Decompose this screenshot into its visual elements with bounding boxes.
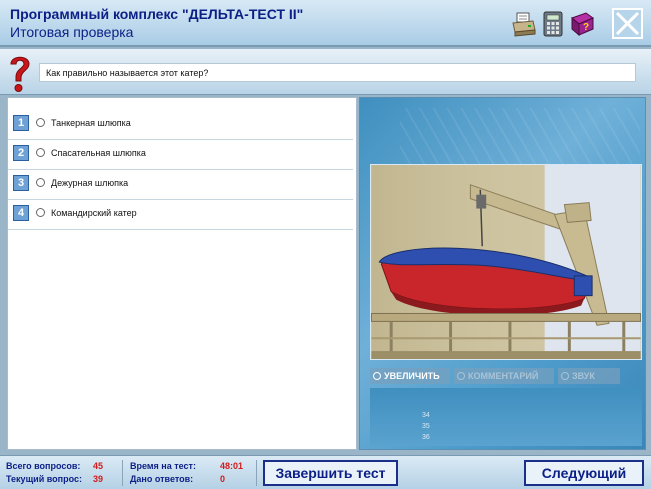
magnifier-icon [561, 372, 569, 380]
total-questions-value: 45 [93, 461, 104, 471]
current-question-value: 39 [93, 474, 104, 484]
question-mark-icon [10, 56, 30, 92]
close-button[interactable] [612, 8, 643, 39]
app-subtitle: Итоговая проверка [10, 24, 134, 40]
sound-label: ЗВУК [572, 371, 595, 381]
answer-radio[interactable] [36, 178, 45, 187]
comment-label: КОММЕНТАРИЙ [468, 371, 539, 381]
total-questions-label: Всего вопросов: [6, 461, 81, 471]
answer-radio[interactable] [36, 118, 45, 127]
ruler-numbers: 34 35 36 [422, 410, 430, 443]
time-value: 48:01 [220, 461, 244, 471]
calculator-icon[interactable] [539, 10, 567, 38]
answer-label: Спасательная шлюпка [51, 148, 146, 158]
photo-toolbar: УВЕЛИЧИТЬ КОММЕНТАРИЙ ЗВУК [370, 368, 642, 384]
sound-button[interactable]: ЗВУК [558, 368, 620, 384]
ruler-number: 35 [422, 423, 430, 430]
question-bar: Как правильно называется этот катер? [0, 49, 651, 95]
comment-button[interactable]: КОММЕНТАРИЙ [454, 368, 554, 384]
close-icon [615, 11, 640, 36]
footer-divider [256, 460, 257, 486]
zoom-button[interactable]: УВЕЛИЧИТЬ [370, 368, 450, 384]
lower-photo-area [370, 388, 642, 446]
answers-given-label: Дано ответов: [130, 474, 194, 484]
answer-number: 1 [13, 115, 29, 131]
next-question-button[interactable]: Следующий [524, 460, 644, 486]
zoom-label: УВЕЛИЧИТЬ [384, 371, 440, 381]
answer-label: Командирский катер [51, 208, 137, 218]
answer-label: Дежурная шлюпка [51, 178, 129, 188]
ruler-number: 36 [422, 434, 430, 441]
answer-label: Танкерная шлюпка [51, 118, 131, 128]
finish-test-button[interactable]: Завершить тест [263, 460, 398, 486]
answers-panel: 1 Танкерная шлюпка 2 Спасательная шлюпка… [7, 97, 357, 450]
answer-option-4[interactable]: 4 Командирский катер [8, 200, 353, 230]
boat-photo [370, 164, 642, 360]
status-footer: Всего вопросов: 45 Текущий вопрос: 39 Вр… [0, 455, 651, 489]
magnifier-icon [373, 372, 381, 380]
help-book-icon[interactable]: ? [568, 10, 596, 38]
answer-option-3[interactable]: 3 Дежурная шлюпка [8, 170, 353, 200]
image-panel: УВЕЛИЧИТЬ КОММЕНТАРИЙ ЗВУК 34 35 36 [359, 97, 646, 450]
answer-option-1[interactable]: 1 Танкерная шлюпка [8, 110, 353, 140]
ruler-number: 34 [422, 412, 430, 419]
answer-option-2[interactable]: 2 Спасательная шлюпка [8, 140, 353, 170]
app-title: Программный комплекс "ДЕЛЬТА-ТЕСТ II" [10, 6, 304, 22]
current-question-label: Текущий вопрос: [6, 474, 82, 484]
answers-given-value: 0 [220, 474, 226, 484]
footer-divider [122, 460, 123, 486]
printer-icon[interactable] [510, 10, 538, 38]
svg-text:?: ? [583, 22, 589, 33]
answer-number: 3 [13, 175, 29, 191]
answer-number: 2 [13, 145, 29, 161]
answer-radio[interactable] [36, 208, 45, 217]
answer-number: 4 [13, 205, 29, 221]
app-header: Программный комплекс "ДЕЛЬТА-ТЕСТ II" Ит… [0, 0, 651, 47]
magnifier-icon [457, 372, 465, 380]
time-label: Время на тест: [130, 461, 196, 471]
question-text: Как правильно называется этот катер? [39, 63, 636, 82]
answer-radio[interactable] [36, 148, 45, 157]
